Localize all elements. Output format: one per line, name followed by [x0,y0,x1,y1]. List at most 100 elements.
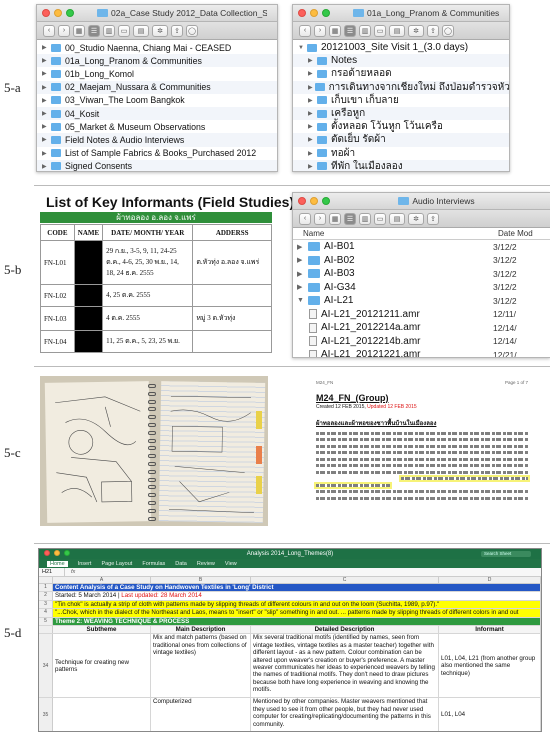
forward-button[interactable]: › [58,24,70,37]
disclosure-triangle-icon[interactable]: ▼ [297,297,306,304]
cell-detail[interactable]: Mentioned by other companies. Master wea… [251,698,439,731]
list-item[interactable]: AI-L21_20121221.amr 12/21/ [293,348,550,357]
column-view-button[interactable]: ▥ [359,24,371,37]
list-item[interactable]: ▶ AI-B01 3/12/2 [293,240,550,254]
disclosure-triangle-icon[interactable]: ▶ [42,110,49,117]
list-item[interactable]: AI-L21_20121211.amr 12/11/ [293,308,550,322]
name-column-header[interactable]: Name [293,229,498,238]
disclosure-triangle-icon[interactable]: ▶ [42,163,49,170]
share-button[interactable]: ⇪ [427,212,439,225]
zoom-window-button[interactable] [322,197,330,205]
arrange-button[interactable]: ▤ [389,212,405,225]
share-button[interactable]: ⇪ [171,24,183,37]
back-button[interactable]: ‹ [299,212,311,225]
column-letter[interactable]: A [53,577,151,583]
list-item[interactable]: ▼ 20121003_Site Visit 1_(3.0 days) [293,41,509,54]
disclosure-triangle-icon[interactable]: ▶ [308,123,315,130]
minimize-window-button[interactable] [310,197,318,205]
ribbon-tab-page-layout[interactable]: Page Layout [101,561,132,567]
disclosure-triangle-icon[interactable]: ▶ [42,97,49,104]
forward-button[interactable]: › [314,212,326,225]
merged-cell[interactable]: "...Chok, which in the dialect of the No… [53,609,541,617]
column-letter[interactable]: D [439,577,541,583]
list-item[interactable]: ▶ 00_Studio Naenna, Chiang Mai - CEASED [37,41,277,54]
gear-icon[interactable]: ✲ [152,24,168,37]
share-button[interactable]: ⇪ [427,24,439,37]
column-header-cell[interactable]: Detailed Description [251,626,439,634]
list-item[interactable]: ▶ ตั้งหลอด โว้นหูก โว้นเครือ [293,120,509,133]
gear-icon[interactable]: ✲ [408,24,424,37]
select-all-corner[interactable] [39,577,53,583]
list-item[interactable]: ▶ 01b_Long_Komol [37,67,277,80]
row-number[interactable]: 4 [39,609,53,617]
list-item[interactable]: ▶ AI-B03 3/12/2 [293,267,550,281]
column-letter[interactable]: C [251,577,439,583]
back-button[interactable]: ‹ [43,24,55,37]
column-header[interactable]: Name Date Mod [293,228,550,240]
column-header-cell[interactable]: Informant [439,626,541,634]
cell-informant[interactable]: L01, L04, L21 (from another group also m… [439,634,541,698]
column-letter[interactable]: B [151,577,251,583]
list-item[interactable]: ▶ เครือหูก [293,106,509,121]
icon-view-button[interactable]: ▦ [329,212,341,225]
list-item[interactable]: ▶ 05_Market & Museum Observations [37,120,277,133]
row-number[interactable]: 34 [39,634,53,698]
disclosure-triangle-icon[interactable]: ▶ [308,70,315,77]
cell-informant[interactable]: L01, L04 [439,698,541,731]
close-window-button[interactable] [42,9,50,17]
cell-main[interactable]: Mix and match patterns (based on traditi… [151,634,251,698]
list-item[interactable]: ▶ 02_Maejam_Nussara & Communities [37,80,277,94]
disclosure-triangle-icon[interactable]: ▶ [308,57,315,64]
close-window-button[interactable] [298,9,306,17]
arrange-button[interactable]: ▤ [389,24,405,37]
list-item[interactable]: ▶ Field Notes & Audio Interviews [37,133,277,147]
gallery-view-button[interactable]: ▭ [118,24,130,37]
list-item[interactable]: ▶ ทีพัก ในเมืองลอง [293,159,509,171]
list-view-icon[interactable]: ☰ [344,24,356,37]
row-number[interactable]: 2 [39,592,53,600]
disclosure-triangle-icon[interactable]: ▶ [297,243,306,251]
worksheet-grid[interactable]: A B C D 1 Content Analysis of a Case Study on… [39,577,541,731]
disclosure-triangle-icon[interactable]: ▶ [308,136,315,143]
ribbon-tab-formulas[interactable]: Formulas [142,561,165,567]
ribbon-tab-data[interactable]: Data [175,561,187,567]
merged-cell[interactable]: Started: 5 March 2014 | Last updated: 28… [53,592,541,600]
minimize-window-button[interactable] [54,9,62,17]
forward-button[interactable]: › [314,24,326,37]
disclosure-triangle-icon[interactable]: ▶ [297,270,306,278]
list-item[interactable]: AI-L21_2012214a.amr 12/14/ [293,321,550,335]
list-view-icon[interactable]: ☰ [88,24,100,37]
disclosure-triangle-icon[interactable]: ▶ [308,150,315,157]
ribbon-tab-home[interactable]: Home [47,560,68,567]
fx-icon[interactable]: fx [65,569,75,575]
list-item[interactable]: ▶ เก็บเขา เก็บลาย [293,94,509,107]
row-number[interactable]: 5 [39,617,53,626]
close-window-button[interactable] [298,197,306,205]
zoom-window-button[interactable] [322,9,330,17]
cell-subtheme[interactable]: Technique for creating new patterns [53,634,151,698]
disclosure-triangle-icon[interactable]: ▶ [297,283,306,291]
tag-button[interactable]: ◯ [442,24,454,37]
disclosure-triangle-icon[interactable]: ▶ [308,163,315,170]
zoom-window-button[interactable] [66,9,74,17]
cell-main[interactable]: Computerized [151,698,251,731]
gear-icon[interactable]: ✲ [408,212,424,225]
list-item[interactable]: ▶ Signed Consents [37,159,277,171]
gallery-view-button[interactable]: ▭ [374,24,386,37]
arrange-button[interactable]: ▤ [133,24,149,37]
tag-button[interactable]: ◯ [186,24,198,37]
list-item[interactable]: ▶ การเดินทางจากเชียงใหม่ ถึงป่อมดำรวจหัวท… [293,80,509,94]
list-item[interactable]: ▶ กรอด้ายหลอด [293,67,509,80]
disclosure-triangle-icon[interactable]: ▶ [42,57,49,64]
column-view-button[interactable]: ▥ [103,24,115,37]
row-number[interactable]: 1 [39,584,53,592]
disclosure-triangle-icon[interactable]: ▶ [42,70,49,77]
disclosure-triangle-icon[interactable]: ▶ [42,44,49,51]
merged-cell[interactable]: Content Analysis of a Case Study on Hand… [53,584,541,592]
cell-subtheme[interactable] [53,698,151,731]
search-sheet-input[interactable]: Search Sheet [481,551,531,557]
disclosure-triangle-icon[interactable]: ▶ [297,256,306,264]
merged-cell[interactable]: "Tin chok" is actually a strip of cloth … [53,600,541,609]
ribbon-tab-insert[interactable]: Insert [78,561,92,567]
minimize-window-button[interactable] [310,9,318,17]
